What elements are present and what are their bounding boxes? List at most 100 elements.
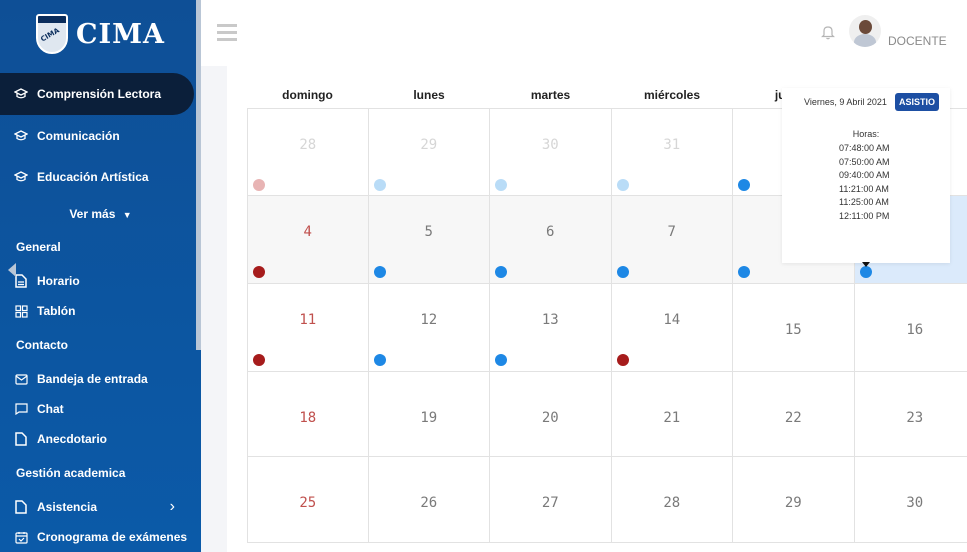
attendance-dot[interactable] — [738, 179, 750, 191]
calendar-day-cell[interactable]: 6 — [490, 196, 612, 284]
calendar-day-cell[interactable]: 25 — [247, 457, 369, 543]
calendar-day-cell[interactable]: 29 — [368, 108, 490, 196]
calendar-day-cell[interactable]: 28 — [611, 457, 733, 543]
hour-entry: 09:40:00 AM — [839, 170, 890, 180]
day-number: 7 — [667, 224, 676, 240]
calendar-day-cell[interactable]: 5 — [368, 196, 490, 284]
avatar[interactable] — [849, 15, 881, 47]
day-number: 29 — [784, 495, 802, 511]
attendance-dot[interactable] — [253, 354, 265, 366]
attendance-dot[interactable] — [495, 179, 507, 191]
section-title-general: General — [16, 240, 61, 254]
grid-icon — [14, 304, 28, 318]
sidebar-item-comprension-lectora[interactable]: Comprensión Lectora — [0, 73, 194, 115]
calendar-day-cell[interactable]: 31 — [611, 108, 733, 196]
attendance-dot[interactable] — [616, 354, 629, 366]
sidebar-item-educacion-artistica[interactable]: Educación Artística — [0, 162, 201, 192]
day-number: 28 — [663, 495, 681, 511]
top-bar: DOCENTE — [201, 0, 967, 66]
attendance-status-badge: ASISTIO — [895, 93, 940, 111]
mortarboard-icon — [14, 170, 28, 184]
weekday-header: miércoles — [643, 88, 701, 102]
calendar-day-cell[interactable]: 12 — [368, 284, 490, 372]
ver-mas-button[interactable]: Ver más ▼ — [0, 207, 201, 221]
calendar-day-cell[interactable]: 26 — [368, 457, 490, 543]
day-number: 28 — [299, 137, 317, 153]
calendar-day-cell[interactable]: 21 — [611, 372, 733, 457]
day-number: 30 — [541, 137, 559, 153]
day-number: 5 — [424, 224, 433, 240]
user-role[interactable]: DOCENTE — [888, 34, 947, 48]
day-number: 27 — [541, 495, 559, 511]
tooltip-pointer-icon — [862, 262, 870, 267]
weekday-header: domingo — [282, 88, 333, 102]
calendar-day-cell[interactable]: 19 — [368, 372, 490, 457]
sidebar-item-cronograma-de-examenes[interactable]: Cronograma de exámenes — [0, 522, 201, 552]
calendar-day-cell[interactable]: 18 — [247, 372, 369, 457]
attendance-dot[interactable] — [373, 266, 386, 278]
day-number: 31 — [663, 137, 681, 153]
day-number: 18 — [299, 410, 317, 426]
calendar-day-cell[interactable]: 4 — [247, 196, 369, 284]
hour-entry: 12:11:00 PM — [839, 210, 890, 221]
attendance-dot[interactable] — [253, 179, 265, 191]
day-number: 25 — [299, 495, 317, 511]
mortarboard-icon — [14, 87, 28, 101]
hour-entry: 07:50:00 AM — [839, 156, 890, 167]
calendar-day-cell[interactable]: 7 — [611, 196, 733, 284]
calendar-day-cell[interactable]: 30 — [490, 108, 612, 196]
day-number: 14 — [663, 312, 681, 328]
sidebar-item-label: Tablón — [37, 304, 76, 318]
document-icon — [14, 432, 28, 446]
calendar-day-cell[interactable]: 20 — [490, 372, 612, 457]
attendance-dot[interactable] — [616, 179, 629, 191]
day-number: 22 — [784, 410, 802, 426]
attendance-dot[interactable] — [495, 266, 507, 278]
calendar-day-cell[interactable]: 23 — [854, 372, 967, 457]
day-number: 26 — [420, 495, 438, 511]
sidebar-item-label: Comprensión Lectora — [37, 87, 162, 101]
sidebar-item-tablon[interactable]: Tablón — [0, 296, 201, 326]
attendance-dot[interactable] — [859, 266, 872, 278]
bell-icon[interactable] — [821, 24, 835, 40]
hamburger-menu-icon[interactable] — [217, 24, 237, 41]
sidebar-item-bandeja-de-entrada[interactable]: Bandeja de entrada — [0, 364, 201, 394]
attendance-dot[interactable] — [495, 354, 507, 366]
mortarboard-icon — [14, 129, 28, 143]
collapse-arrow-icon[interactable] — [8, 263, 16, 277]
hour-entry: 11:25:00 AM — [839, 197, 889, 207]
sidebar-item-comunicacion[interactable]: Comunicación — [0, 121, 201, 151]
attendance-dot[interactable] — [253, 266, 265, 278]
sidebar-item-label: Anecdotario — [37, 432, 108, 446]
sidebar-item-label: Asistencia — [37, 500, 98, 514]
calendar-day-cell[interactable]: 13 — [490, 284, 612, 372]
hour-entry: 11:21:00 AM — [839, 183, 889, 194]
calendar-day-cell[interactable]: 28 — [247, 108, 369, 196]
sidebar-item-label: Horario — [37, 274, 80, 288]
attendance-dot[interactable] — [738, 266, 750, 278]
calendar-day-cell[interactable]: 30 — [854, 457, 967, 543]
calendar-day-cell[interactable]: 27 — [490, 457, 612, 543]
calendar-day-cell[interactable]: 15 — [733, 284, 855, 372]
attendance-dot[interactable] — [373, 179, 386, 191]
calendar-day-cell[interactable]: 29 — [733, 457, 855, 543]
brand-name: CIMA — [76, 18, 165, 50]
weekday-header: martes — [530, 88, 571, 102]
sidebar-item-chat[interactable]: Chat — [0, 394, 201, 424]
day-number: 23 — [906, 410, 924, 426]
calendar-day-cell[interactable]: 22 — [733, 372, 855, 457]
brand-logo[interactable]: CIMA — [36, 14, 165, 54]
chevron-right-icon: › — [169, 498, 175, 515]
sidebar-item-horario[interactable]: Horario — [0, 266, 201, 296]
attendance-dot[interactable] — [373, 354, 386, 366]
caret-down-icon: ▼ — [122, 210, 132, 220]
day-number: 6 — [546, 224, 555, 240]
calendar-day-cell[interactable]: 11 — [247, 284, 369, 372]
calendar-day-cell[interactable]: 16 — [854, 284, 967, 372]
sidebar-item-anecdotario[interactable]: Anecdotario — [0, 424, 201, 454]
sidebar-item-asistencia[interactable]: Asistencia › — [0, 492, 201, 522]
day-number: 29 — [420, 137, 438, 153]
attendance-dot[interactable] — [616, 266, 629, 278]
calendar-day-cell[interactable]: 14 — [611, 284, 733, 372]
sidebar-item-label: Chat — [37, 402, 64, 416]
